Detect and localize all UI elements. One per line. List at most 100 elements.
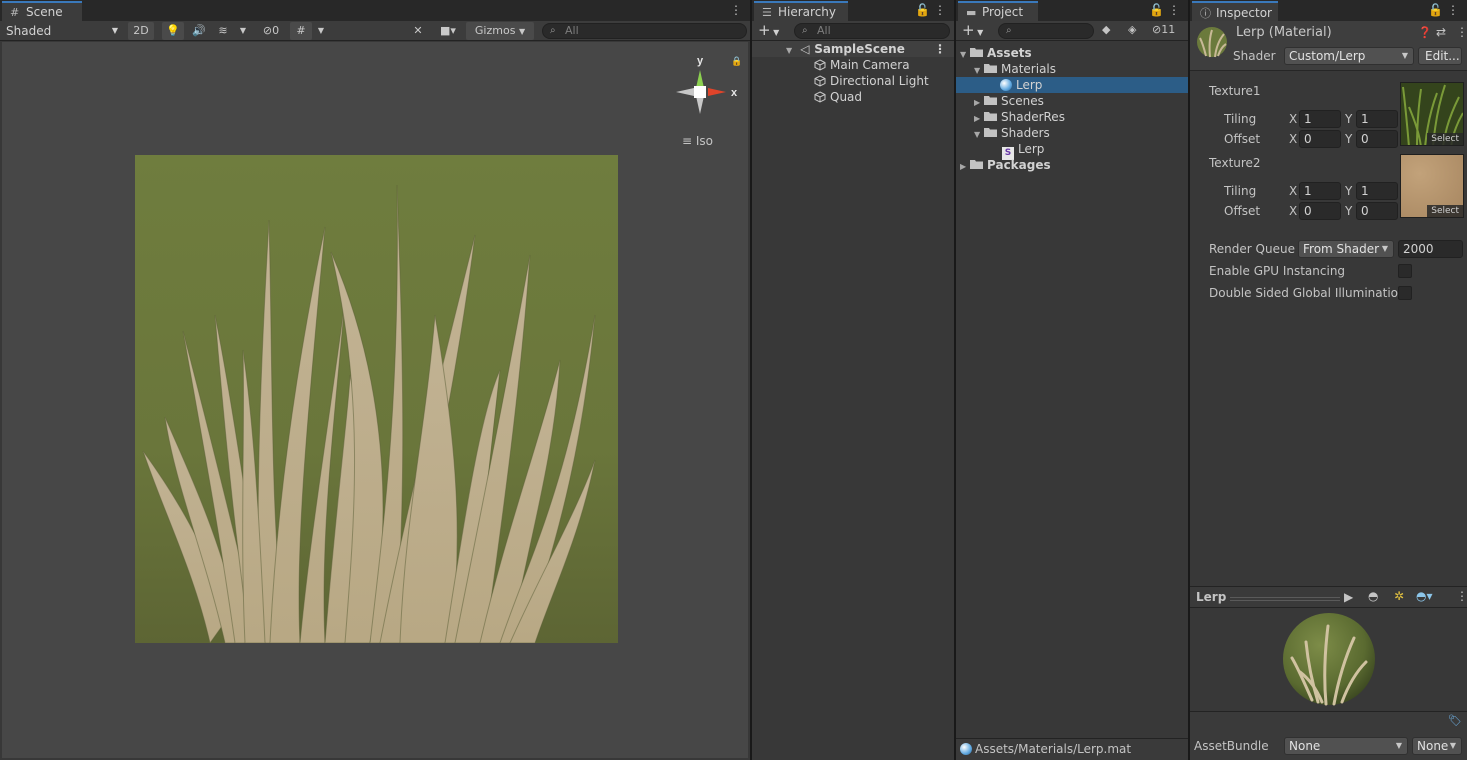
tree-item-shaders[interactable]: ▼ Shaders: [956, 125, 1188, 141]
effects-dropdown-icon[interactable]: ▼: [236, 22, 250, 40]
lock-icon[interactable]: 🔒: [731, 56, 742, 67]
scene-viewport[interactable]: y x 🔒 ≡ Iso: [2, 42, 748, 758]
assetbundle-name-dropdown[interactable]: None ▼: [1284, 737, 1408, 755]
texture2-slot[interactable]: Select: [1400, 154, 1464, 218]
filter-by-type-icon[interactable]: ◆: [1102, 23, 1110, 36]
eye-slash-icon: ⊘: [1152, 23, 1162, 36]
help-icon[interactable]: ❓: [1418, 26, 1432, 39]
folder-icon: [984, 112, 997, 121]
texture2-select-button[interactable]: Select: [1427, 205, 1463, 217]
selected-asset-path: Assets/Materials/Lerp.mat: [975, 742, 1132, 756]
render-queue-value-field[interactable]: 2000: [1398, 240, 1463, 258]
lighting-toggle-icon[interactable]: 💡: [162, 22, 184, 40]
tab-hierarchy[interactable]: ☰ Hierarchy: [754, 1, 848, 21]
x-axis-cone[interactable]: [708, 88, 726, 96]
more-menu-icon[interactable]: ⋮: [934, 41, 946, 57]
preview-background-icon[interactable]: ◓▾: [1416, 589, 1433, 603]
lock-icon[interactable]: 🔓: [1149, 3, 1164, 17]
edit-shader-button[interactable]: Edit...: [1418, 47, 1462, 65]
tree-item-materials[interactable]: ▼ Materials: [956, 61, 1188, 77]
hierarchy-panel: ☰ Hierarchy 🔓 ⋮ + ▼ ⌕ All ▼ ◁ SampleScene ⋮…: [752, 0, 954, 760]
texture2-tiling-y-field[interactable]: 1: [1356, 182, 1398, 200]
hierarchy-search-input[interactable]: ⌕ All: [794, 23, 950, 39]
tree-item-shaderres[interactable]: ▶ ShaderRes: [956, 109, 1188, 125]
texture1-offset-label: Offset: [1224, 132, 1261, 146]
effects-toggle-icon[interactable]: ≋: [212, 22, 234, 40]
texture1-tiling-y-field[interactable]: 1: [1356, 110, 1398, 128]
more-menu-icon[interactable]: ⋮: [1447, 3, 1459, 17]
projection-toggle[interactable]: ≡ Iso: [682, 134, 713, 148]
filter-by-label-icon[interactable]: ◈: [1128, 23, 1136, 36]
orientation-gizmo[interactable]: y x 🔒: [666, 50, 746, 130]
grid-icon: #: [10, 6, 20, 19]
grid-toggle-icon[interactable]: #: [290, 22, 312, 40]
gizmos-dropdown[interactable]: Gizmos ▼: [466, 22, 534, 40]
texture1-tiling-x-field[interactable]: 1: [1299, 110, 1341, 128]
more-menu-icon[interactable]: ⋮: [730, 3, 742, 17]
hidden-packages-toggle[interactable]: ⊘11: [1152, 23, 1175, 36]
double-sided-gi-checkbox[interactable]: [1398, 286, 1412, 300]
scene-root-row[interactable]: ▼ ◁ SampleScene ⋮: [752, 41, 954, 57]
hierarchy-item[interactable]: Main Camera: [752, 57, 954, 73]
texture1-offset-x-field[interactable]: 0: [1299, 130, 1341, 148]
preview-lighting-icon[interactable]: ✲: [1394, 589, 1404, 603]
add-object-button[interactable]: + ▼: [758, 22, 779, 41]
info-icon: ⓘ: [1200, 7, 1211, 20]
tab-scene[interactable]: # Scene: [2, 1, 82, 21]
texture1-offset-y-field[interactable]: 0: [1356, 130, 1398, 148]
texture1-slot[interactable]: Select: [1400, 82, 1464, 146]
tree-item-lerp-shader[interactable]: S Lerp: [956, 141, 1188, 160]
center-cube[interactable]: [694, 86, 706, 98]
tree-item-packages[interactable]: ▶ Packages: [956, 157, 1188, 173]
texture2-tiling-x-field[interactable]: 1: [1299, 182, 1341, 200]
shader-dropdown[interactable]: Custom/Lerp ▼: [1284, 47, 1414, 65]
tree-item-scenes[interactable]: ▶ Scenes: [956, 93, 1188, 109]
scene-search-input[interactable]: ⌕ All: [542, 23, 747, 39]
lock-icon[interactable]: 🔓: [1428, 3, 1443, 17]
y-axis-cone[interactable]: [696, 70, 704, 88]
create-asset-button[interactable]: + ▼: [962, 22, 983, 41]
texture2-offset-x-field[interactable]: 0: [1299, 202, 1341, 220]
texture2-offset-y-field[interactable]: 0: [1356, 202, 1398, 220]
label-tag-icon[interactable]: 🏷: [1448, 714, 1462, 727]
hierarchy-item[interactable]: Quad: [752, 89, 954, 105]
shading-mode-dropdown[interactable]: Shaded ▼: [6, 22, 120, 40]
lock-icon[interactable]: 🔓: [915, 3, 930, 17]
tab-project[interactable]: ▬ Project: [958, 1, 1038, 21]
hierarchy-item[interactable]: Directional Light: [752, 73, 954, 89]
camera-settings-icon[interactable]: ■▾: [434, 22, 462, 40]
folder-icon: ▬: [966, 6, 977, 19]
more-menu-icon[interactable]: ⋮: [934, 3, 946, 17]
mode-2d-button[interactable]: 2D: [128, 22, 154, 40]
axis-x-label: X: [1289, 132, 1298, 146]
presets-icon[interactable]: ⇄: [1436, 25, 1446, 39]
texture1-select-button[interactable]: Select: [1427, 133, 1463, 145]
tools-icon[interactable]: ✕: [407, 22, 429, 40]
grid-dropdown-icon[interactable]: ▼: [314, 22, 328, 40]
search-icon: ⌕: [550, 25, 556, 36]
neg-z-axis-cone[interactable]: [696, 96, 704, 114]
render-queue-dropdown[interactable]: From Shader ▼: [1298, 240, 1394, 258]
assetbundle-variant-dropdown[interactable]: None ▼: [1412, 737, 1462, 755]
preview-resize-handle[interactable]: [1230, 597, 1340, 601]
hidden-objects-toggle[interactable]: ⊘0: [256, 22, 286, 40]
folder-open-icon: [984, 128, 997, 137]
audio-toggle-icon[interactable]: 🔊: [188, 22, 210, 40]
tree-item-lerp-material[interactable]: Lerp: [956, 77, 1188, 93]
more-menu-icon[interactable]: ⋮: [1456, 589, 1467, 603]
project-toolbar: + ▼ ⌕ ◆ ◈ ⊘11: [956, 21, 1188, 41]
preview-mesh-sphere-icon[interactable]: ◓: [1368, 589, 1378, 603]
preview-viewport[interactable]: [1190, 609, 1467, 711]
more-menu-icon[interactable]: ⋮: [1168, 3, 1180, 17]
gpu-instancing-checkbox[interactable]: [1398, 264, 1412, 278]
play-icon[interactable]: ▶: [1344, 590, 1353, 604]
neg-x-axis-cone[interactable]: [676, 88, 694, 96]
menu-lines-icon: ≡: [682, 134, 693, 148]
tree-item-assets[interactable]: ▼ Assets: [956, 45, 1188, 61]
more-menu-icon[interactable]: ⋮: [1456, 25, 1467, 39]
project-search-input[interactable]: ⌕: [998, 23, 1094, 39]
collapsed-arrow-icon[interactable]: ▶: [960, 159, 970, 175]
material-preview-thumbnail: [1197, 27, 1227, 58]
tab-inspector[interactable]: ⓘ Inspector: [1192, 1, 1278, 21]
axis-y-label: Y: [1345, 112, 1353, 126]
